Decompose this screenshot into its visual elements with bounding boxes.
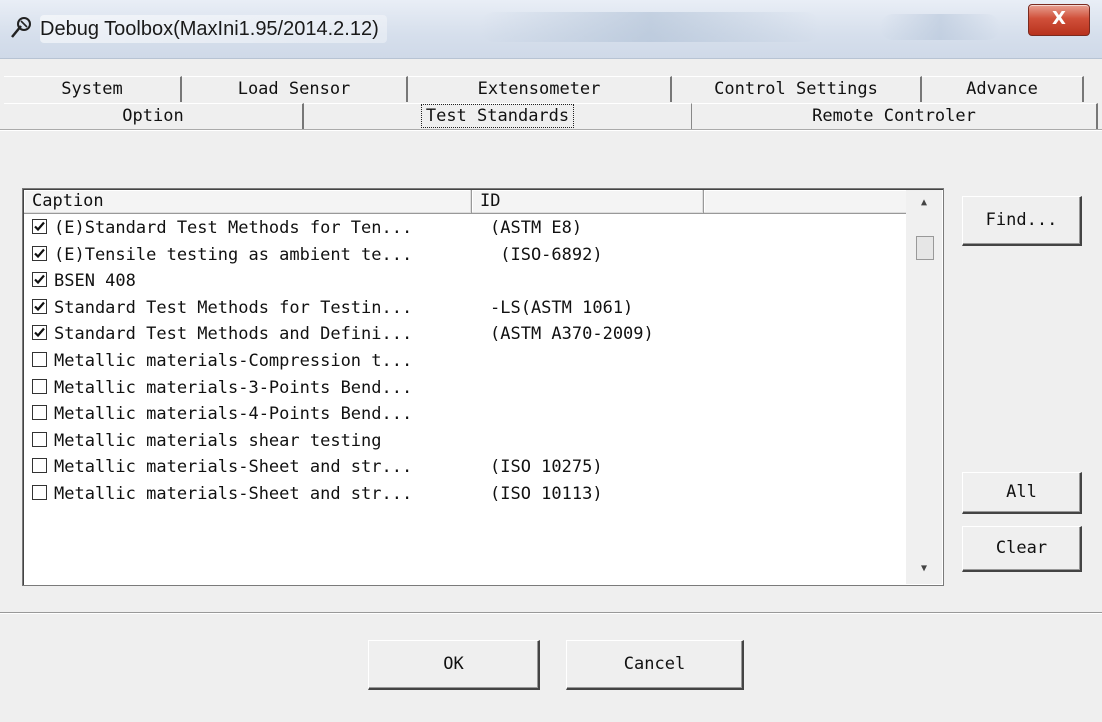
- row-id: (ISO-6892): [490, 244, 603, 265]
- row-checkbox[interactable]: [32, 298, 47, 314]
- row-checkbox[interactable]: [32, 405, 47, 421]
- row-checkbox[interactable]: [32, 378, 47, 394]
- vertical-scrollbar[interactable]: ▲ ▼: [906, 190, 942, 584]
- tab-row-2: Option Test Standards Remote Controler: [4, 103, 1100, 130]
- row-caption: Metallic materials-4-Points Bend...: [54, 404, 413, 425]
- row-checkbox[interactable]: [32, 458, 47, 474]
- row-checkbox[interactable]: [32, 351, 47, 367]
- row-caption: Metallic materials-Sheet and str...: [54, 457, 413, 478]
- column-header-extra[interactable]: [704, 190, 908, 214]
- checkmark-icon: [34, 328, 45, 338]
- row-checkbox[interactable]: [32, 325, 47, 341]
- checkmark-icon: [34, 248, 45, 258]
- list-item[interactable]: Metallic materials-Compression t...: [24, 348, 908, 375]
- row-id: (ASTM E8): [490, 218, 583, 238]
- row-caption: (E)Tensile testing as ambient te...: [54, 244, 413, 265]
- tab-system[interactable]: System: [4, 76, 182, 102]
- tab-remote-controler[interactable]: Remote Controler: [692, 103, 1098, 129]
- row-caption: Standard Test Methods and Defini...: [54, 324, 413, 345]
- checkmark-icon: [34, 274, 45, 285]
- ok-button[interactable]: OK: [368, 640, 540, 690]
- row-id: -LS(ASTM 1061): [490, 297, 634, 318]
- all-button[interactable]: All: [962, 472, 1082, 514]
- row-caption: Metallic materials-3-Points Bend...: [54, 377, 413, 398]
- list-item[interactable]: Metallic materials-3-Points Bend...: [24, 375, 908, 402]
- list-item[interactable]: (E)Standard Test Methods for Ten... (ASTM…: [24, 215, 908, 242]
- row-caption: Metallic materials-Compression t...: [54, 350, 413, 371]
- column-header-caption[interactable]: Caption: [24, 190, 472, 214]
- tab-divider-highlight: [0, 130, 1102, 131]
- row-checkbox[interactable]: [32, 219, 47, 234]
- row-id: (ISO 10113): [490, 483, 603, 504]
- row-id: (ISO 10275): [490, 457, 603, 478]
- row-caption: (E)Standard Test Methods for Ten...: [54, 218, 413, 238]
- footer-divider-highlight: [0, 613, 1102, 614]
- scroll-thumb[interactable]: [916, 236, 934, 260]
- close-button[interactable]: X: [1028, 4, 1090, 36]
- row-checkbox[interactable]: [32, 431, 47, 447]
- list-item[interactable]: Metallic materials-Sheet and str... (ISO …: [24, 481, 908, 508]
- row-checkbox[interactable]: [32, 484, 47, 500]
- blurred-title-region-2: [880, 14, 1000, 40]
- list-header: Caption ID: [24, 190, 908, 214]
- blurred-title-region: [480, 12, 820, 42]
- cancel-button[interactable]: Cancel: [566, 640, 744, 690]
- row-caption: Metallic materials shear testing: [54, 430, 382, 451]
- tab-test-standards-label: Test Standards: [420, 104, 575, 128]
- find-button[interactable]: Find...: [962, 196, 1082, 246]
- list-item[interactable]: Standard Test Methods and Defini... (ASTM…: [24, 321, 908, 348]
- tab-option[interactable]: Option: [4, 103, 304, 129]
- list-item[interactable]: Metallic materials shear testing: [24, 428, 908, 455]
- tab-extensometer[interactable]: Extensometer: [408, 76, 672, 102]
- app-icon: [11, 17, 31, 38]
- window-title: Debug Toolbox(MaxIni1.95/2014.2.12): [40, 15, 387, 43]
- row-caption: Standard Test Methods for Testin...: [54, 297, 413, 318]
- checkmark-icon: [34, 221, 45, 232]
- tab-load-sensor[interactable]: Load Sensor: [182, 76, 408, 102]
- tab-advance[interactable]: Advance: [922, 76, 1084, 102]
- row-checkbox[interactable]: [32, 272, 47, 288]
- column-header-id[interactable]: ID: [472, 190, 704, 214]
- row-id: (ASTM A370-2009): [490, 324, 654, 345]
- scroll-up-arrow-icon[interactable]: ▲: [914, 194, 934, 212]
- row-caption: Metallic materials-Sheet and str...: [54, 483, 413, 504]
- scroll-down-arrow-icon[interactable]: ▼: [914, 560, 934, 578]
- title-bar: Debug Toolbox(MaxIni1.95/2014.2.12) X: [0, 0, 1102, 59]
- list-item[interactable]: Standard Test Methods for Testin... -LS(A…: [24, 295, 908, 322]
- tab-row-1: System Load Sensor Extensometer Control …: [4, 76, 1084, 102]
- list-item[interactable]: Metallic materials-Sheet and str... (ISO …: [24, 454, 908, 481]
- list-item[interactable]: BSEN 408: [24, 268, 908, 295]
- standards-list[interactable]: Caption ID (E)Standard Test Methods for …: [22, 188, 944, 586]
- checkmark-icon: [34, 301, 45, 311]
- list-item[interactable]: (E)Tensile testing as ambient te... (ISO…: [24, 242, 908, 269]
- row-checkbox[interactable]: [32, 245, 47, 261]
- clear-button[interactable]: Clear: [962, 526, 1082, 572]
- list-rows: (E)Standard Test Methods for Ten... (ASTM…: [24, 215, 908, 508]
- tab-control-settings[interactable]: Control Settings: [672, 76, 922, 102]
- list-item[interactable]: Metallic materials-4-Points Bend...: [24, 401, 908, 428]
- row-caption: BSEN 408: [54, 271, 136, 292]
- tab-test-standards[interactable]: Test Standards: [304, 103, 692, 130]
